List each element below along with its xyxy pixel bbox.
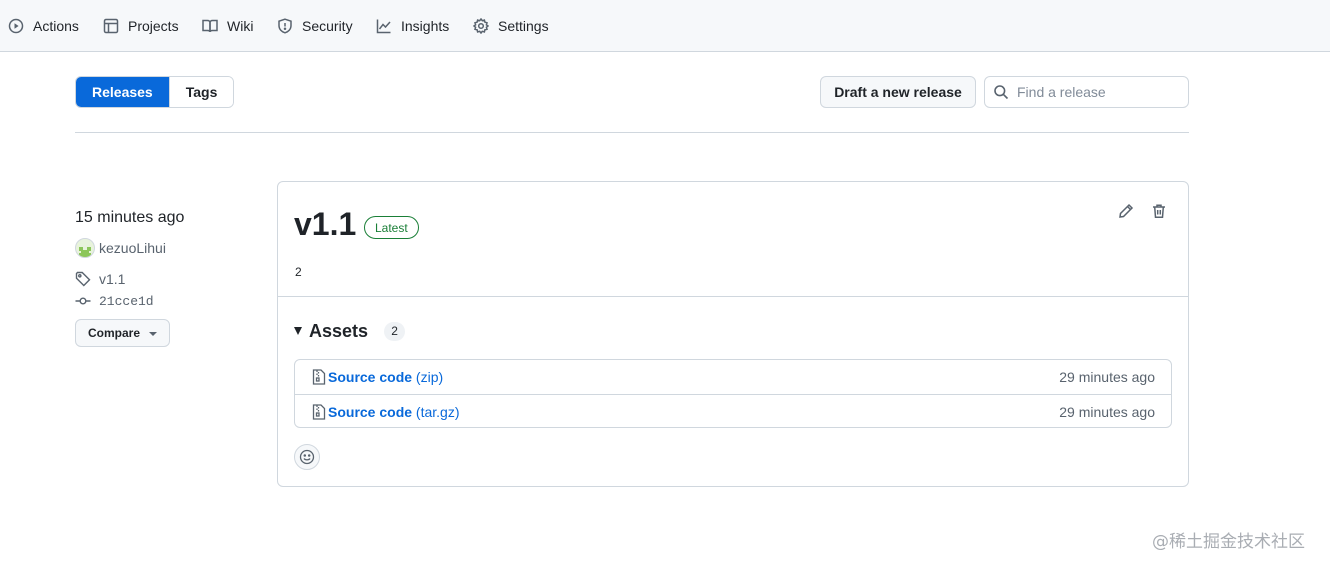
smiley-icon [299, 449, 315, 465]
book-icon [202, 19, 218, 33]
draft-new-release-button[interactable]: Draft a new release [820, 76, 976, 108]
release-tag-link[interactable]: v1.1 [75, 270, 125, 288]
avatar [75, 238, 95, 258]
pencil-icon [1119, 203, 1134, 218]
asset-link-tar-gz[interactable]: Source code (tar.gz) [328, 404, 460, 420]
assets-toggle[interactable]: Assets 2 [294, 319, 406, 343]
delete-release-button[interactable] [1147, 199, 1171, 223]
trash-icon [1153, 204, 1165, 219]
search-icon [994, 85, 1009, 100]
repo-nav: Actions Projects Wiki Security Insights … [0, 0, 1330, 52]
asset-name: Source code [328, 369, 413, 385]
nav-item-label: Insights [401, 18, 450, 34]
nav-item-label: Settings [498, 18, 549, 34]
nav-item-label: Actions [33, 18, 79, 34]
add-reaction-button[interactable] [294, 444, 320, 470]
release-author[interactable]: kezuoLihui [75, 238, 166, 258]
watermark: @稀土掘金技术社区 [1152, 532, 1305, 552]
file-zip-icon [312, 403, 326, 420]
triangle-down-icon [294, 327, 302, 335]
nav-item-label: Projects [128, 18, 179, 34]
assets-title: Assets [309, 320, 369, 341]
assets-count-badge: 2 [384, 321, 406, 341]
release-time: 15 minutes ago [75, 209, 185, 226]
release-commit-link[interactable]: 21cce1d [75, 292, 154, 310]
file-zip-icon [312, 369, 326, 385]
chevron-down-icon [149, 332, 157, 336]
search-input[interactable] [1017, 84, 1182, 100]
release-notes: 2 [295, 265, 302, 279]
tab-releases[interactable]: Releases [76, 77, 169, 107]
commit-sha: 21cce1d [99, 293, 154, 309]
shield-icon [278, 18, 292, 34]
graph-icon [376, 19, 391, 34]
nav-item-label: Security [302, 18, 353, 34]
nav-item-security[interactable]: Security [277, 0, 353, 52]
tag-name: v1.1 [99, 271, 126, 287]
nav-item-label: Wiki [227, 18, 254, 34]
asset-row: Source code (tar.gz) 29 minutes ago [295, 394, 1171, 427]
card-divider [278, 296, 1188, 297]
asset-row: Source code (zip) 29 minutes ago [295, 360, 1171, 394]
release-title[interactable]: v1.1 [294, 206, 356, 242]
tab-tags[interactable]: Tags [168, 77, 234, 107]
latest-badge: Latest [364, 216, 419, 239]
nav-item-insights[interactable]: Insights [376, 0, 449, 52]
play-icon [8, 18, 24, 34]
releases-tags-subnav: Releases Tags [75, 76, 235, 108]
git-commit-icon [75, 297, 91, 305]
compare-label: Compare [88, 326, 141, 340]
nav-item-settings[interactable]: Settings [473, 0, 549, 52]
divider [75, 132, 1189, 133]
author-name: kezuoLihui [99, 240, 166, 256]
nav-item-projects[interactable]: Projects [103, 0, 179, 52]
asset-ext: (tar.gz) [415, 403, 460, 420]
find-release-search[interactable] [984, 76, 1189, 108]
release-card: v1.1 Latest 2 Assets 2 Source code (zip)… [277, 181, 1189, 487]
asset-name: Source code [328, 403, 413, 420]
asset-list: Source code (zip) 29 minutes ago Source … [294, 359, 1172, 428]
nav-item-wiki[interactable]: Wiki [202, 0, 253, 52]
table-icon [103, 18, 119, 34]
asset-ext: (zip) [415, 369, 444, 385]
nav-item-actions[interactable]: Actions [8, 0, 79, 52]
edit-release-button[interactable] [1114, 199, 1138, 223]
gear-icon [473, 18, 489, 34]
asset-time: 29 minutes ago [1059, 403, 1155, 420]
asset-link-zip[interactable]: Source code (zip) [328, 369, 443, 385]
tag-icon [75, 271, 91, 287]
compare-button[interactable]: Compare [75, 319, 170, 347]
asset-time: 29 minutes ago [1059, 369, 1155, 385]
